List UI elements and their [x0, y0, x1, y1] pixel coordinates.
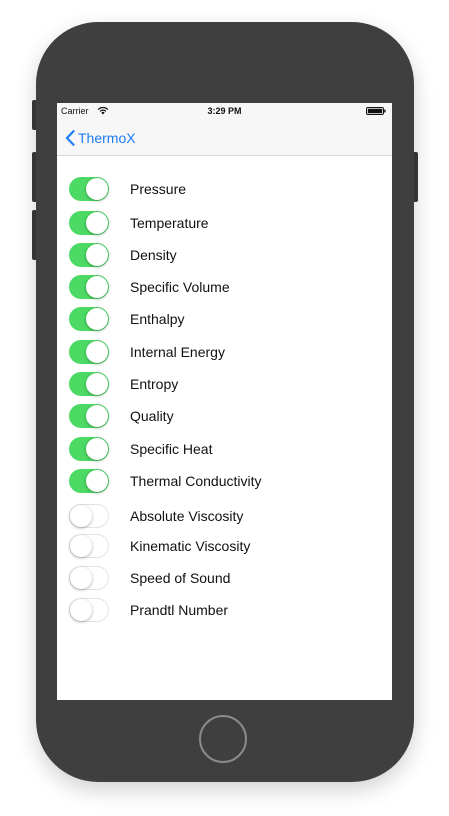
- status-time: 3:29 PM: [207, 106, 242, 116]
- back-button-label: ThermoX: [78, 130, 136, 146]
- toggle-switch[interactable]: [69, 275, 109, 299]
- property-row: Kinematic Viscosity: [57, 532, 392, 562]
- toggle-switch[interactable]: [69, 534, 109, 558]
- property-label: Internal Energy: [130, 344, 225, 360]
- toggle-knob: [86, 212, 108, 234]
- toggle-switch[interactable]: [69, 469, 109, 493]
- toggle-switch[interactable]: [69, 598, 109, 622]
- property-label: Density: [130, 247, 177, 263]
- battery-icon: [366, 107, 386, 115]
- property-label: Kinematic Viscosity: [130, 538, 251, 554]
- property-label: Specific Volume: [130, 279, 230, 295]
- toggle-knob: [70, 599, 92, 621]
- toggle-switch[interactable]: [69, 243, 109, 267]
- home-button[interactable]: [199, 715, 247, 763]
- property-label: Quality: [130, 408, 174, 424]
- toggle-knob: [86, 308, 108, 330]
- toggle-knob: [86, 178, 108, 200]
- status-bar: Carrier 3:29 PM: [57, 103, 392, 120]
- toggle-switch[interactable]: [69, 504, 109, 528]
- screen: Carrier 3:29 PM ThermoX Pressure Temperat: [57, 103, 392, 700]
- toggle-knob: [86, 276, 108, 298]
- navigation-bar: ThermoX: [57, 120, 392, 156]
- property-label: Entropy: [130, 376, 179, 392]
- toggle-knob: [86, 373, 108, 395]
- toggle-switch[interactable]: [69, 340, 109, 364]
- toggle-switch[interactable]: [69, 404, 109, 428]
- toggle-knob: [86, 470, 108, 492]
- toggle-switch[interactable]: [69, 177, 109, 201]
- property-row: Enthalpy: [57, 305, 392, 335]
- property-row: Thermal Conductivity: [57, 467, 392, 497]
- toggle-switch[interactable]: [69, 437, 109, 461]
- toggle-knob: [86, 341, 108, 363]
- toggle-knob: [70, 567, 92, 589]
- toggle-switch[interactable]: [69, 211, 109, 235]
- property-label: Pressure: [130, 181, 187, 197]
- property-label: Specific Heat: [130, 441, 213, 457]
- property-row: Absolute Viscosity: [57, 502, 392, 532]
- property-label: Thermal Conductivity: [130, 473, 262, 489]
- device-frame: Carrier 3:29 PM ThermoX Pressure Temperat: [0, 0, 449, 816]
- toggle-switch[interactable]: [69, 307, 109, 331]
- back-button[interactable]: ThermoX: [65, 128, 136, 148]
- property-row: Entropy: [57, 370, 392, 400]
- property-label: Enthalpy: [130, 311, 185, 327]
- property-row: Internal Energy: [57, 338, 392, 368]
- property-row: Quality: [57, 402, 392, 432]
- property-row: Speed of Sound: [57, 564, 392, 594]
- property-row: Pressure: [57, 175, 392, 205]
- property-row: Specific Heat: [57, 435, 392, 465]
- property-row: Specific Volume: [57, 273, 392, 303]
- property-label: Prandtl Number: [130, 602, 229, 618]
- toggle-knob: [70, 535, 92, 557]
- property-row: Density: [57, 241, 392, 271]
- toggle-knob: [86, 405, 108, 427]
- property-label: Temperature: [130, 215, 209, 231]
- property-label: Speed of Sound: [130, 570, 231, 586]
- property-row: Temperature: [57, 209, 392, 239]
- toggle-knob: [86, 438, 108, 460]
- toggle-switch[interactable]: [69, 372, 109, 396]
- chevron-left-icon: [65, 130, 75, 146]
- property-label: Absolute Viscosity: [130, 508, 244, 524]
- toggle-knob: [86, 244, 108, 266]
- property-row: Prandtl Number: [57, 596, 392, 626]
- toggle-knob: [70, 505, 92, 527]
- toggle-switch[interactable]: [69, 566, 109, 590]
